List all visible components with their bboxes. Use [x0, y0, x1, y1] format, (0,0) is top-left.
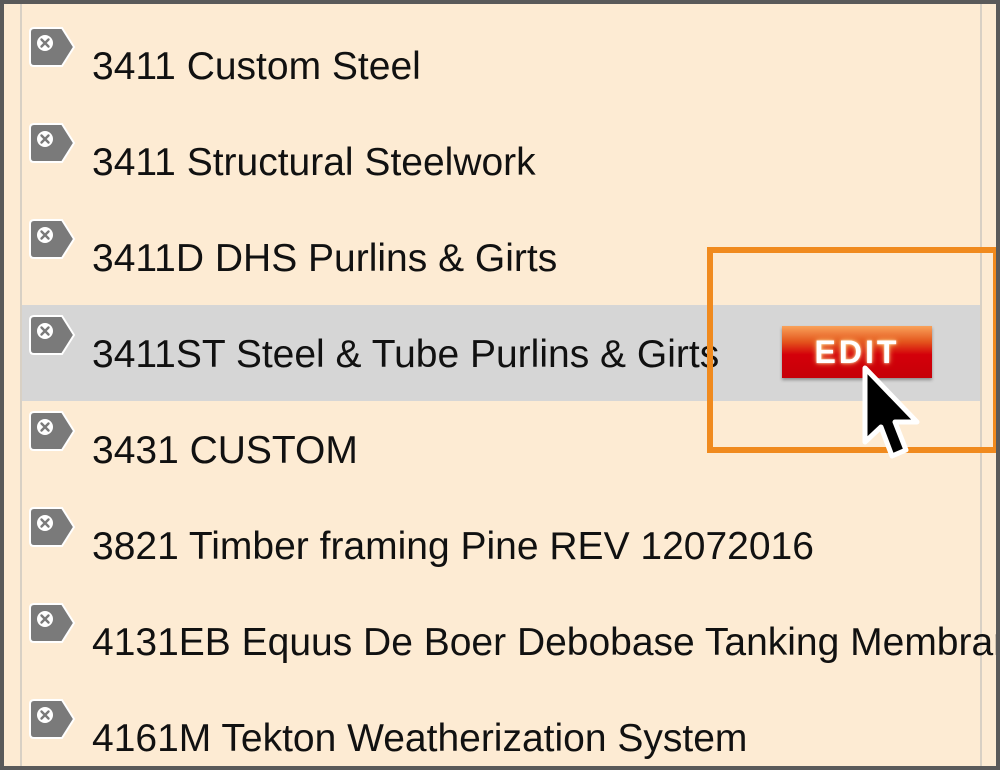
- list-item-hovered[interactable]: 3411ST Steel & Tube Purlins & Girts EDIT: [22, 305, 980, 401]
- remove-tag-icon[interactable]: [28, 698, 76, 740]
- list-item-label[interactable]: 3411 Custom Steel: [92, 45, 421, 89]
- list-item[interactable]: 3431 CUSTOM: [22, 401, 980, 497]
- list-item-label[interactable]: 3411D DHS Purlins & Girts: [92, 237, 557, 281]
- list-item[interactable]: 3411D DHS Purlins & Girts: [22, 209, 980, 305]
- list-item[interactable]: 4161M Tekton Weatherization System: [22, 689, 980, 766]
- remove-tag-icon[interactable]: [28, 314, 76, 356]
- window-frame: 3411 Custom Steel 3411 Structural Steelw…: [0, 0, 1000, 770]
- remove-tag-icon[interactable]: [28, 506, 76, 548]
- edit-button[interactable]: EDIT: [782, 326, 932, 378]
- list-item-label[interactable]: 4161M Tekton Weatherization System: [92, 717, 747, 761]
- list-item-label[interactable]: 3411 Structural Steelwork: [92, 141, 536, 185]
- remove-tag-icon[interactable]: [28, 602, 76, 644]
- list-item-label[interactable]: 4131EB Equus De Boer Debobase Tanking Me…: [92, 621, 996, 665]
- list-item[interactable]: 3411 Custom Steel: [22, 17, 980, 113]
- edit-button-label: EDIT: [814, 333, 900, 370]
- remove-tag-icon[interactable]: [28, 26, 76, 68]
- list-item[interactable]: 3821 Timber framing Pine REV 12072016: [22, 497, 980, 593]
- remove-tag-icon[interactable]: [28, 122, 76, 164]
- list-item-label[interactable]: 3431 CUSTOM: [92, 429, 358, 473]
- remove-tag-icon[interactable]: [28, 218, 76, 260]
- list-item-label[interactable]: 3821 Timber framing Pine REV 12072016: [92, 525, 814, 569]
- remove-tag-icon[interactable]: [28, 410, 76, 452]
- list-item[interactable]: 4131EB Equus De Boer Debobase Tanking Me…: [22, 593, 996, 689]
- item-list: 3411 Custom Steel 3411 Structural Steelw…: [22, 17, 996, 766]
- list-item-label[interactable]: 3411ST Steel & Tube Purlins & Girts: [92, 333, 719, 377]
- list-item[interactable]: 3411 Structural Steelwork: [22, 113, 980, 209]
